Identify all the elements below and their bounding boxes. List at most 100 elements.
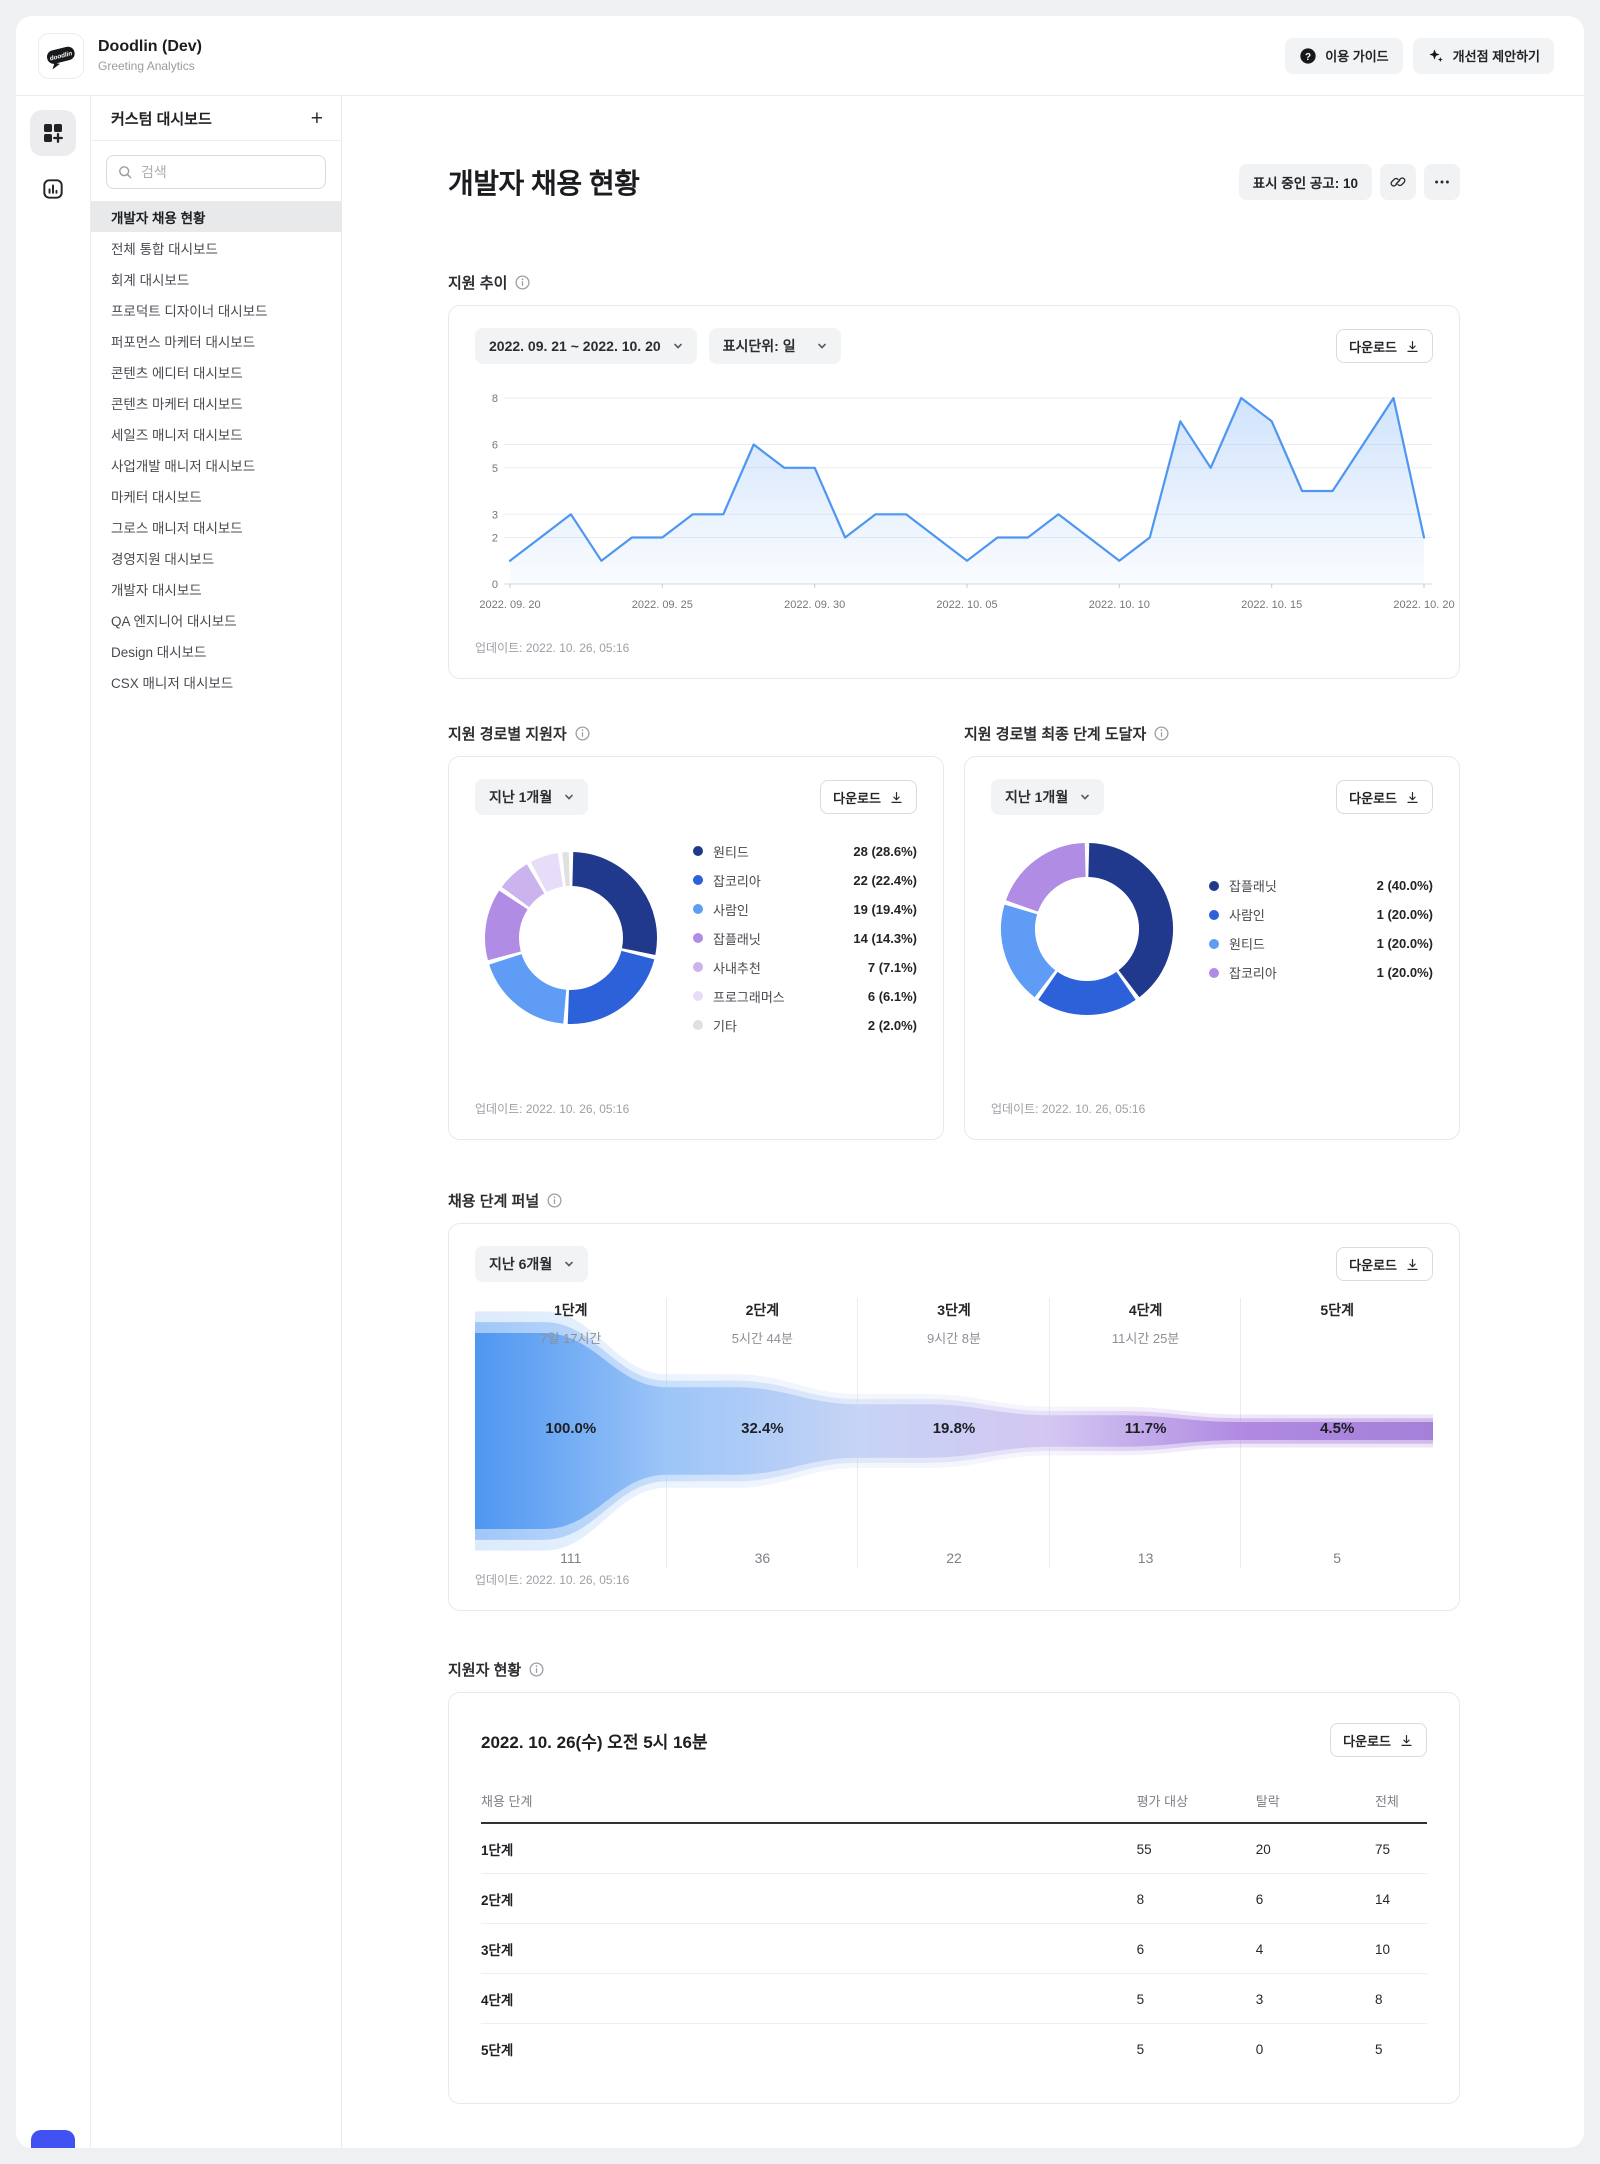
app-titles: Doodlin (Dev) Greeting Analytics <box>98 38 202 73</box>
table-row[interactable]: 1단계 55 20 75 <box>481 1823 1427 1874</box>
sidebar-item-accounting[interactable]: 회계 대시보드 <box>91 263 341 294</box>
sidebar-item-product-designer[interactable]: 프로덕트 디자이너 대시보드 <box>91 294 341 325</box>
doodlin-logo-icon: doodlin <box>38 33 84 79</box>
sparkles-icon <box>1427 47 1445 65</box>
legend-dot <box>693 933 703 943</box>
section-hiring-funnel: 채용 단계 퍼널 지난 6개월 다운로드 <box>448 1190 1460 1611</box>
funnel-updated-text: 업데이트: 2022. 10. 26, 05:16 <box>475 1571 1433 1588</box>
add-dashboard-button[interactable]: + <box>311 108 323 129</box>
download-label: 다운로드 <box>1343 1731 1391 1750</box>
legend-dot <box>693 875 703 885</box>
app-name: Doodlin (Dev) <box>98 38 202 56</box>
sidebar-item-sales-manager[interactable]: 세일즈 매니저 대시보드 <box>91 418 341 449</box>
chevron-down-icon <box>562 790 576 804</box>
svg-text:6: 6 <box>492 440 498 452</box>
table-row[interactable]: 5단계 5 0 5 <box>481 2024 1427 2074</box>
app-window: doodlin Doodlin (Dev) Greeting Analytics… <box>16 16 1584 2148</box>
final-download-button[interactable]: 다운로드 <box>1336 780 1433 814</box>
legend-dot <box>693 1020 703 1030</box>
legend-item: 사람인1 (20.0%) <box>1209 905 1433 925</box>
guide-button-label: 이용 가이드 <box>1325 46 1388 65</box>
sidebar-item-qa-engineer[interactable]: QA 엔지니어 대시보드 <box>91 604 341 635</box>
hiring-funnel-chart[interactable]: 1단계7일 17시간 2단계5시간 44분 3단계9시간 8분 4단계11시간 … <box>475 1298 1433 1568</box>
legend-dot <box>693 962 703 972</box>
final-stage-donut-chart[interactable] <box>999 841 1175 1017</box>
funnel-download-button[interactable]: 다운로드 <box>1336 1247 1433 1281</box>
sidebar-item-management-support[interactable]: 경영지원 대시보드 <box>91 542 341 573</box>
trend-download-button[interactable]: 다운로드 <box>1336 329 1433 363</box>
download-icon <box>1399 1733 1414 1748</box>
download-label: 다운로드 <box>1349 1255 1397 1274</box>
date-range-dropdown[interactable]: 2022. 09. 21 ~ 2022. 10. 20 <box>475 328 697 364</box>
sources-download-button[interactable]: 다운로드 <box>820 780 917 814</box>
section-final-stage-by-source: 지원 경로별 최종 단계 도달자 지난 1개월 <box>964 723 1460 1140</box>
sidebar-search[interactable] <box>106 155 326 189</box>
info-icon[interactable] <box>1153 725 1170 742</box>
applications-trend-chart[interactable]: 0235682022. 09. 202022. 09. 252022. 09. … <box>475 388 1433 626</box>
chevron-down-icon <box>815 339 829 353</box>
download-label: 다운로드 <box>833 788 881 807</box>
table-row[interactable]: 4단계 5 3 8 <box>481 1974 1427 2024</box>
page-background: doodlin Doodlin (Dev) Greeting Analytics… <box>0 0 1600 2164</box>
top-actions: ? 이용 가이드 개선점 제안하기 <box>1285 38 1554 74</box>
chevron-down-icon <box>671 339 685 353</box>
funnel-section-title: 채용 단계 퍼널 <box>448 1190 539 1211</box>
sidebar-item-csx-manager[interactable]: CSX 매니저 대시보드 <box>91 666 341 697</box>
svg-text:2022. 10. 15: 2022. 10. 15 <box>1241 599 1302 611</box>
sources-section-title: 지원 경로별 지원자 <box>448 723 567 744</box>
legend-item: 원티드28 (28.6%) <box>693 841 917 861</box>
info-icon[interactable] <box>546 1192 563 1209</box>
question-icon: ? <box>1299 47 1317 65</box>
sidebar-item-growth-manager[interactable]: 그로스 매니저 대시보드 <box>91 511 341 542</box>
top-bar: doodlin Doodlin (Dev) Greeting Analytics… <box>16 16 1584 96</box>
legend-dot <box>1209 939 1219 949</box>
applicants-by-source-donut-chart[interactable] <box>483 850 659 1026</box>
status-card: 2022. 10. 26(수) 오전 5시 16분 다운로드 채용 단계 <box>448 1692 1460 2104</box>
sidebar-item-bizdev-manager[interactable]: 사업개발 매니저 대시보드 <box>91 449 341 480</box>
guide-button[interactable]: ? 이용 가이드 <box>1285 38 1402 74</box>
share-link-button[interactable] <box>1380 164 1416 200</box>
sidebar-item-developer[interactable]: 개발자 대시보드 <box>91 573 341 604</box>
sources-period-dropdown[interactable]: 지난 1개월 <box>475 779 588 815</box>
table-row[interactable]: 2단계 8 6 14 <box>481 1874 1427 1924</box>
info-icon[interactable] <box>514 274 531 291</box>
search-input[interactable] <box>141 164 315 180</box>
svg-text:2022. 10. 05: 2022. 10. 05 <box>936 599 997 611</box>
sidebar-item-dev-hiring-status[interactable]: 개발자 채용 현황 <box>91 201 341 232</box>
sidebar-item-performance-marketer[interactable]: 퍼포먼스 마케터 대시보드 <box>91 325 341 356</box>
suggest-improvement-button[interactable]: 개선점 제안하기 <box>1413 38 1554 74</box>
reports-nav-icon[interactable] <box>40 176 66 207</box>
sidebar-item-content-marketer[interactable]: 콘텐츠 마케터 대시보드 <box>91 387 341 418</box>
sidebar-item-content-editor[interactable]: 콘텐츠 에디터 대시보드 <box>91 356 341 387</box>
sidebar-item-overall[interactable]: 전체 통합 대시보드 <box>91 232 341 263</box>
more-menu-button[interactable] <box>1424 164 1460 200</box>
svg-text:2022. 09. 25: 2022. 09. 25 <box>632 599 693 611</box>
table-row[interactable]: 3단계 6 4 10 <box>481 1924 1427 1974</box>
trend-card: 2022. 09. 21 ~ 2022. 10. 20 표시단위: 일 다운로드 <box>448 305 1460 679</box>
app-subtitle: Greeting Analytics <box>98 59 202 73</box>
download-icon <box>889 790 904 805</box>
chevron-down-icon <box>1078 790 1092 804</box>
dashboards-nav-icon[interactable] <box>30 110 76 156</box>
svg-text:2022. 10. 20: 2022. 10. 20 <box>1393 599 1454 611</box>
status-download-button[interactable]: 다운로드 <box>1330 1723 1427 1757</box>
legend-dot <box>693 846 703 856</box>
info-icon[interactable] <box>528 1661 545 1678</box>
final-period-dropdown[interactable]: 지난 1개월 <box>991 779 1104 815</box>
sidebar-header: 커스텀 대시보드 + <box>91 96 341 141</box>
display-unit-dropdown[interactable]: 표시단위: 일 <box>709 328 841 364</box>
sidebar-item-marketer[interactable]: 마케터 대시보드 <box>91 480 341 511</box>
trend-updated-text: 업데이트: 2022. 10. 26, 05:16 <box>475 639 1433 656</box>
info-icon[interactable] <box>574 725 591 742</box>
svg-text:2: 2 <box>492 533 498 545</box>
sidebar-item-design[interactable]: Design 대시보드 <box>91 635 341 666</box>
final-legend: 잡플래닛2 (40.0%) 사람인1 (20.0%) 원티드1 (20.0%) … <box>1209 876 1433 983</box>
funnel-period-dropdown[interactable]: 지난 6개월 <box>475 1246 588 1282</box>
download-icon <box>1405 1257 1420 1272</box>
active-postings-badge[interactable]: 표시 중인 공고: 10 <box>1239 164 1372 200</box>
download-icon <box>1405 339 1420 354</box>
funnel-percent-labels: 100.0% 32.4% 19.8% 11.7% 4.5% <box>475 1420 1433 1437</box>
profile-badge[interactable] <box>31 2130 75 2148</box>
svg-text:8: 8 <box>492 393 498 405</box>
legend-item: 잡코리아22 (22.4%) <box>693 870 917 890</box>
